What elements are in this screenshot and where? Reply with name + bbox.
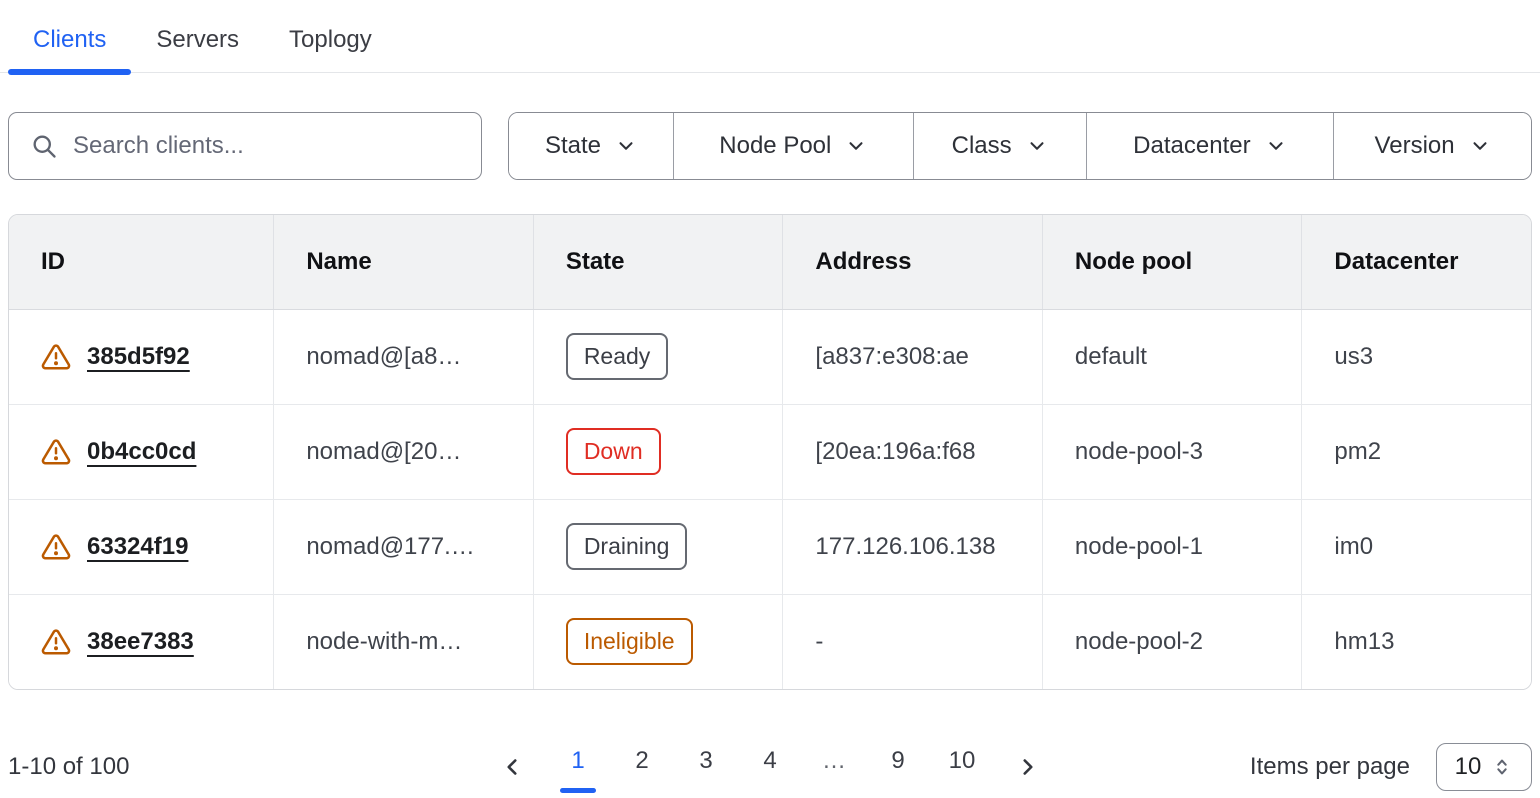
- client-node-pool: node-pool-2: [1042, 594, 1302, 689]
- filter-datacenter-button[interactable]: Datacenter: [1087, 113, 1335, 179]
- warning-icon: [41, 437, 71, 467]
- client-id-link[interactable]: 0b4cc0cd: [87, 438, 196, 466]
- tab-toplogy[interactable]: Toplogy: [264, 14, 397, 72]
- client-node-pool: node-pool-1: [1042, 499, 1302, 594]
- filter-version-label: Version: [1375, 132, 1455, 160]
- column-header-node-pool: Node pool: [1042, 215, 1302, 309]
- tab-clients[interactable]: Clients: [8, 14, 131, 72]
- client-node-pool: default: [1042, 309, 1302, 404]
- chevron-down-icon: [1026, 135, 1048, 157]
- filter-version-button[interactable]: Version: [1334, 113, 1531, 179]
- tab-servers[interactable]: Servers: [131, 14, 264, 72]
- chevron-down-icon: [615, 135, 637, 157]
- table-header-row: ID Name State Address Node pool Datacent…: [9, 215, 1531, 309]
- chevron-left-icon: [499, 754, 525, 780]
- client-address: -: [783, 594, 1043, 689]
- filter-state-button[interactable]: State: [509, 113, 674, 179]
- client-datacenter: pm2: [1302, 404, 1531, 499]
- chevron-down-icon: [845, 135, 867, 157]
- page-number-2[interactable]: 2: [622, 741, 662, 793]
- items-per-page-label: Items per page: [1250, 753, 1410, 781]
- chevron-right-icon: [1015, 754, 1041, 780]
- client-name: node-with-m…: [274, 594, 534, 689]
- client-address: [20ea:196a:f68: [783, 404, 1043, 499]
- chevron-down-icon: [1265, 135, 1287, 157]
- filter-group: State Node Pool Class Datacenter Version: [508, 112, 1532, 180]
- items-per-page: Items per page 10: [1050, 743, 1532, 791]
- search-icon: [30, 132, 58, 160]
- client-node-pool: node-pool-3: [1042, 404, 1302, 499]
- client-name: nomad@[a8…: [274, 309, 534, 404]
- search-box: [8, 112, 482, 180]
- client-id-link[interactable]: 38ee7383: [87, 628, 194, 656]
- stepper-icon: [1491, 756, 1513, 778]
- client-id-link[interactable]: 385d5f92: [87, 343, 190, 371]
- column-header-datacenter: Datacenter: [1302, 215, 1531, 309]
- client-datacenter: im0: [1302, 499, 1531, 594]
- state-badge: Down: [566, 428, 661, 475]
- filter-class-button[interactable]: Class: [914, 113, 1087, 179]
- column-header-name: Name: [274, 215, 534, 309]
- client-datacenter: us3: [1302, 309, 1531, 404]
- previous-page-button[interactable]: [490, 745, 534, 789]
- warning-icon: [41, 532, 71, 562]
- items-per-page-select[interactable]: 10: [1436, 743, 1532, 791]
- client-address: [a837:e308:ae: [783, 309, 1043, 404]
- table-row: 0b4cc0cd nomad@[20… Down [20ea:196a:f68 …: [9, 404, 1531, 499]
- filter-class-label: Class: [952, 132, 1012, 160]
- column-header-state: State: [533, 215, 783, 309]
- warning-icon: [41, 627, 71, 657]
- search-clients-input[interactable]: [8, 112, 482, 180]
- warning-icon: [41, 342, 71, 372]
- table-row: 63324f19 nomad@177.… Draining 177.126.10…: [9, 499, 1531, 594]
- state-badge: Ineligible: [566, 618, 693, 665]
- filter-state-label: State: [545, 132, 601, 160]
- client-datacenter: hm13: [1302, 594, 1531, 689]
- tab-toplogy-label: Toplogy: [289, 26, 372, 53]
- state-badge: Ready: [566, 333, 668, 380]
- tab-clients-label: Clients: [33, 26, 106, 53]
- clients-table: ID Name State Address Node pool Datacent…: [8, 214, 1532, 690]
- page-ellipsis: …: [814, 741, 854, 793]
- tab-bar: Clients Servers Toplogy: [0, 0, 1540, 73]
- pagination-bar: 1-10 of 100 1 2 3 4 … 9 10 Items per pag…: [8, 736, 1532, 798]
- page-number-3[interactable]: 3: [686, 741, 726, 793]
- filter-node-pool-button[interactable]: Node Pool: [674, 113, 914, 179]
- client-name: nomad@177.…: [274, 499, 534, 594]
- results-range-label: 1-10 of 100: [8, 753, 490, 781]
- client-name: nomad@[20…: [274, 404, 534, 499]
- column-header-id: ID: [9, 215, 274, 309]
- chevron-down-icon: [1469, 135, 1491, 157]
- page-number-9[interactable]: 9: [878, 741, 918, 793]
- state-badge: Draining: [566, 523, 688, 570]
- tab-servers-label: Servers: [156, 26, 239, 53]
- column-header-address: Address: [783, 215, 1043, 309]
- table-row: 385d5f92 nomad@[a8… Ready [a837:e308:ae …: [9, 309, 1531, 404]
- page-number-4[interactable]: 4: [750, 741, 790, 793]
- pager: 1 2 3 4 … 9 10: [490, 741, 1050, 793]
- table-row: 38ee7383 node-with-m… Ineligible - node-…: [9, 594, 1531, 689]
- client-address: 177.126.106.138: [783, 499, 1043, 594]
- toolbar: State Node Pool Class Datacenter Version: [8, 112, 1532, 180]
- filter-node-pool-label: Node Pool: [719, 132, 831, 160]
- page-number-1[interactable]: 1: [558, 741, 598, 793]
- filter-datacenter-label: Datacenter: [1133, 132, 1250, 160]
- client-id-link[interactable]: 63324f19: [87, 533, 188, 561]
- page-number-10[interactable]: 10: [942, 741, 982, 793]
- next-page-button[interactable]: [1006, 745, 1050, 789]
- items-per-page-value: 10: [1455, 753, 1482, 781]
